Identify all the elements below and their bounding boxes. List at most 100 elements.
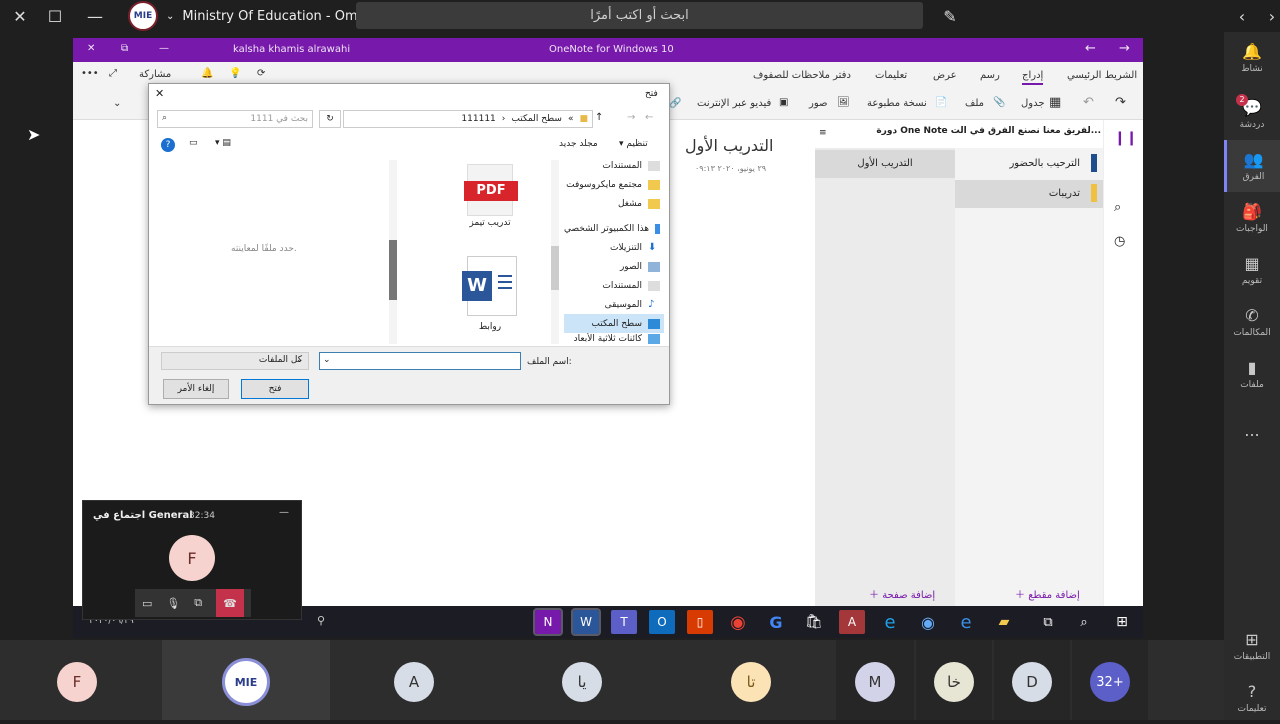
restore-icon[interactable]: ⧉ (121, 43, 128, 54)
back-arrow-icon[interactable]: ← (645, 112, 653, 123)
view-options-icon[interactable]: ▾ ▤ (215, 138, 231, 148)
chromium-taskbar-icon[interactable]: ◉ (915, 610, 941, 634)
file-button[interactable]: ملف (965, 98, 984, 109)
tab-draw[interactable]: رسم (980, 70, 1000, 81)
nav-item[interactable]: مجتمع مايكروسوفت (564, 175, 664, 194)
close-icon[interactable]: ✕ (87, 43, 95, 54)
store-taskbar-icon[interactable]: 🛍 (801, 610, 827, 634)
more-icon[interactable]: ••• (81, 68, 99, 79)
participant-tile[interactable]: يا (496, 640, 664, 720)
table-button[interactable]: جدول (1021, 98, 1045, 109)
page-item[interactable]: التدريب الأول (815, 150, 955, 178)
mic-icon[interactable]: 🎙 (166, 597, 180, 610)
section-item[interactable]: الترحيب بالحضور (955, 150, 1110, 178)
path-part[interactable]: سطح المكتب (511, 114, 562, 124)
chevron-down-icon[interactable]: ⌄ (113, 98, 121, 109)
sync-icon[interactable]: ⟳ (257, 68, 265, 79)
windows-start-icon[interactable]: ⊞ (1109, 610, 1135, 634)
filename-input[interactable] (319, 352, 521, 370)
org-switcher[interactable]: MIE ⌄ Ministry Of Education - Oman (128, 0, 374, 32)
participant-tile[interactable]: M (836, 640, 914, 720)
scrollbar-thumb[interactable] (389, 240, 397, 300)
forward-arrow-icon[interactable]: → (627, 112, 635, 123)
rail-chat[interactable]: 💬 دردشة 2 (1224, 88, 1280, 140)
rail-teams[interactable]: 👥 الفرق (1224, 140, 1280, 192)
task-view-icon[interactable]: ⧉ (1035, 610, 1061, 634)
online-video-button[interactable]: فيديو عبر الإنترنت (697, 98, 771, 109)
undo-icon[interactable]: ↶ (1083, 95, 1094, 110)
rail-more[interactable]: ... (1224, 404, 1280, 456)
close-icon[interactable]: ✕ (155, 87, 164, 100)
section-item[interactable]: تدريبات (955, 180, 1110, 208)
outlook-taskbar-icon[interactable]: O (649, 610, 675, 634)
search-input[interactable]: ابحث أو اكتب أمرًا (356, 2, 923, 29)
participant-tile[interactable]: D (994, 640, 1070, 720)
bell-icon[interactable]: 🔔 (201, 68, 213, 79)
share-screen-icon[interactable]: ⧉ (194, 596, 202, 610)
redo-icon[interactable]: ↷ (1115, 95, 1126, 110)
share-button[interactable]: مشاركة (139, 69, 171, 80)
google-taskbar-icon[interactable]: G (763, 610, 789, 634)
rail-apps[interactable]: ⊞ التطبيقات (1224, 620, 1280, 672)
office-taskbar-icon[interactable]: ▯ (687, 610, 713, 634)
filetype-select[interactable]: كل الملفات ⌄ (161, 352, 309, 370)
organize-button[interactable]: ▾ تنظيم (619, 139, 648, 149)
call-mini-window[interactable]: اجتماع في General 32:34 — F ▭ 🎙 ⧉ ☎ (82, 500, 302, 620)
recent-icon[interactable]: ◷ (1114, 234, 1125, 249)
forward-arrow-icon[interactable]: → (1119, 41, 1130, 56)
printout-button[interactable]: نسخة مطبوعة (867, 98, 927, 109)
nav-scrollbar[interactable] (551, 160, 559, 344)
tab-class-notebook[interactable]: دفتر ملاحظات للصفوف (753, 70, 851, 81)
edge-taskbar-icon[interactable]: e (953, 610, 979, 634)
open-button[interactable]: فتح (241, 379, 309, 399)
participant-tile[interactable]: خا (916, 640, 992, 720)
search-icon[interactable]: ⌕ (1071, 610, 1097, 634)
nav-item[interactable]: مشغل (564, 194, 664, 213)
tab-help[interactable]: تعليمات (875, 70, 907, 81)
word-taskbar-icon[interactable]: W (571, 608, 601, 636)
nav-item[interactable]: كائنات ثلاثية الأبعاد (564, 333, 664, 345)
teams-taskbar-icon[interactable]: T (611, 610, 637, 634)
more-participants-tile[interactable]: 32+ (1072, 640, 1148, 720)
rail-calls[interactable]: ✆ المكالمات (1224, 296, 1280, 348)
explorer-taskbar-icon[interactable]: ▰ (991, 610, 1017, 634)
nav-item[interactable]: المستندات (564, 276, 664, 295)
tab-insert[interactable]: إدراج (1022, 70, 1044, 85)
link-icon[interactable]: 🔗 (669, 98, 681, 109)
minimize-icon[interactable]: — (159, 43, 169, 54)
close-icon[interactable]: ✕ (0, 0, 40, 32)
add-page-button[interactable]: ＋ إضافة صفحة (869, 586, 935, 601)
sort-icon[interactable]: ≡ (819, 128, 827, 138)
forward-icon[interactable]: › (1252, 0, 1280, 32)
search-icon[interactable]: ⌕ (1114, 200, 1121, 215)
add-section-button[interactable]: ＋ إضافة مقطع (1015, 586, 1080, 601)
expand-icon[interactable]: ⤢ (109, 68, 117, 79)
chrome-taskbar-icon[interactable]: ◉ (725, 610, 751, 634)
rail-assignments[interactable]: 🎒 الواجبات (1224, 192, 1280, 244)
pictures-button[interactable]: صور (809, 98, 828, 109)
lightbulb-icon[interactable]: 💡 (229, 68, 241, 79)
nav-item[interactable]: التنزيلات ⬇ (564, 238, 664, 257)
people-icon[interactable]: ⚲ (317, 614, 325, 627)
nav-item[interactable]: هذا الكمبيوتر الشخصي (564, 219, 664, 238)
page-title[interactable]: التدريب الأول (685, 136, 773, 155)
chevron-down-icon[interactable]: ⌄ (323, 355, 331, 365)
back-arrow-icon[interactable]: ← (1085, 41, 1096, 56)
compose-icon[interactable]: ✎ (930, 0, 970, 32)
nav-item[interactable]: المستندات (564, 156, 664, 175)
rail-files[interactable]: ▮ ملفات (1224, 348, 1280, 400)
scrollbar-thumb[interactable] (551, 246, 559, 290)
file-item[interactable]: W روابط (462, 256, 517, 332)
participant-tile[interactable]: F (0, 640, 160, 720)
access-taskbar-icon[interactable]: A (839, 610, 865, 634)
files-scrollbar[interactable] (389, 160, 397, 344)
nav-item-selected[interactable]: سطح المكتب (564, 314, 664, 333)
help-icon[interactable]: ? (161, 138, 175, 152)
maximize-icon[interactable]: ☐ (35, 0, 75, 32)
minimize-icon[interactable]: — (279, 507, 289, 518)
tab-view[interactable]: عرض (933, 70, 957, 81)
preview-pane-icon[interactable]: ▭ (189, 138, 198, 148)
cancel-button[interactable]: إلغاء الأمر (163, 379, 229, 399)
path-part[interactable]: 111111 (461, 114, 495, 124)
nav-item[interactable]: الصور (564, 257, 664, 276)
